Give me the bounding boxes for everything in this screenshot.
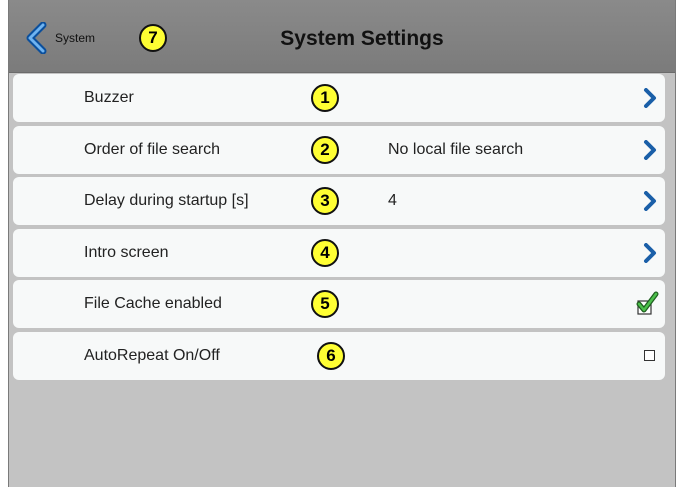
row-label: Intro screen [84,244,169,261]
row-value: 4 [388,192,397,209]
callout-badge: 1 [311,84,339,112]
back-button[interactable]: System [25,22,135,54]
callout-badge: 7 [139,24,167,52]
settings-row-intro-screen[interactable]: Intro screen 4 [13,229,665,277]
settings-row-file-search-order[interactable]: Order of file search 2 No local file sea… [13,126,665,174]
chevron-right-icon [644,88,656,108]
settings-row-startup-delay[interactable]: Delay during startup [s] 3 4 [13,177,665,225]
checkbox-unchecked[interactable] [644,350,655,361]
settings-window: System 7 System Settings Buzzer 1 Order … [8,0,676,487]
row-value: No local file search [388,141,524,158]
chevron-right-icon [644,140,656,160]
row-label: Buzzer [84,89,134,106]
callout-badge: 2 [311,136,339,164]
callout-badge: 6 [317,342,345,370]
page-title: System Settings [280,27,444,50]
row-label: Delay during startup [s] [84,192,249,209]
settings-row-file-cache[interactable]: File Cache enabled 5 [13,280,665,328]
settings-row-buzzer[interactable]: Buzzer 1 [13,74,665,122]
callout-badge: 5 [311,290,339,318]
settings-row-autorepeat[interactable]: AutoRepeat On/Off 6 [13,332,665,380]
chevron-right-icon [644,243,656,263]
row-label: Order of file search [84,141,221,158]
row-label: AutoRepeat On/Off [84,347,220,364]
row-label: File Cache enabled [84,295,222,312]
title-bar: System 7 System Settings [9,0,675,73]
chevron-right-icon [644,191,656,211]
callout-badge: 4 [311,239,339,267]
chevron-left-icon [25,22,47,54]
checkbox-checked[interactable] [635,290,659,316]
back-button-label: System [55,31,96,45]
callout-badge: 3 [311,187,339,215]
